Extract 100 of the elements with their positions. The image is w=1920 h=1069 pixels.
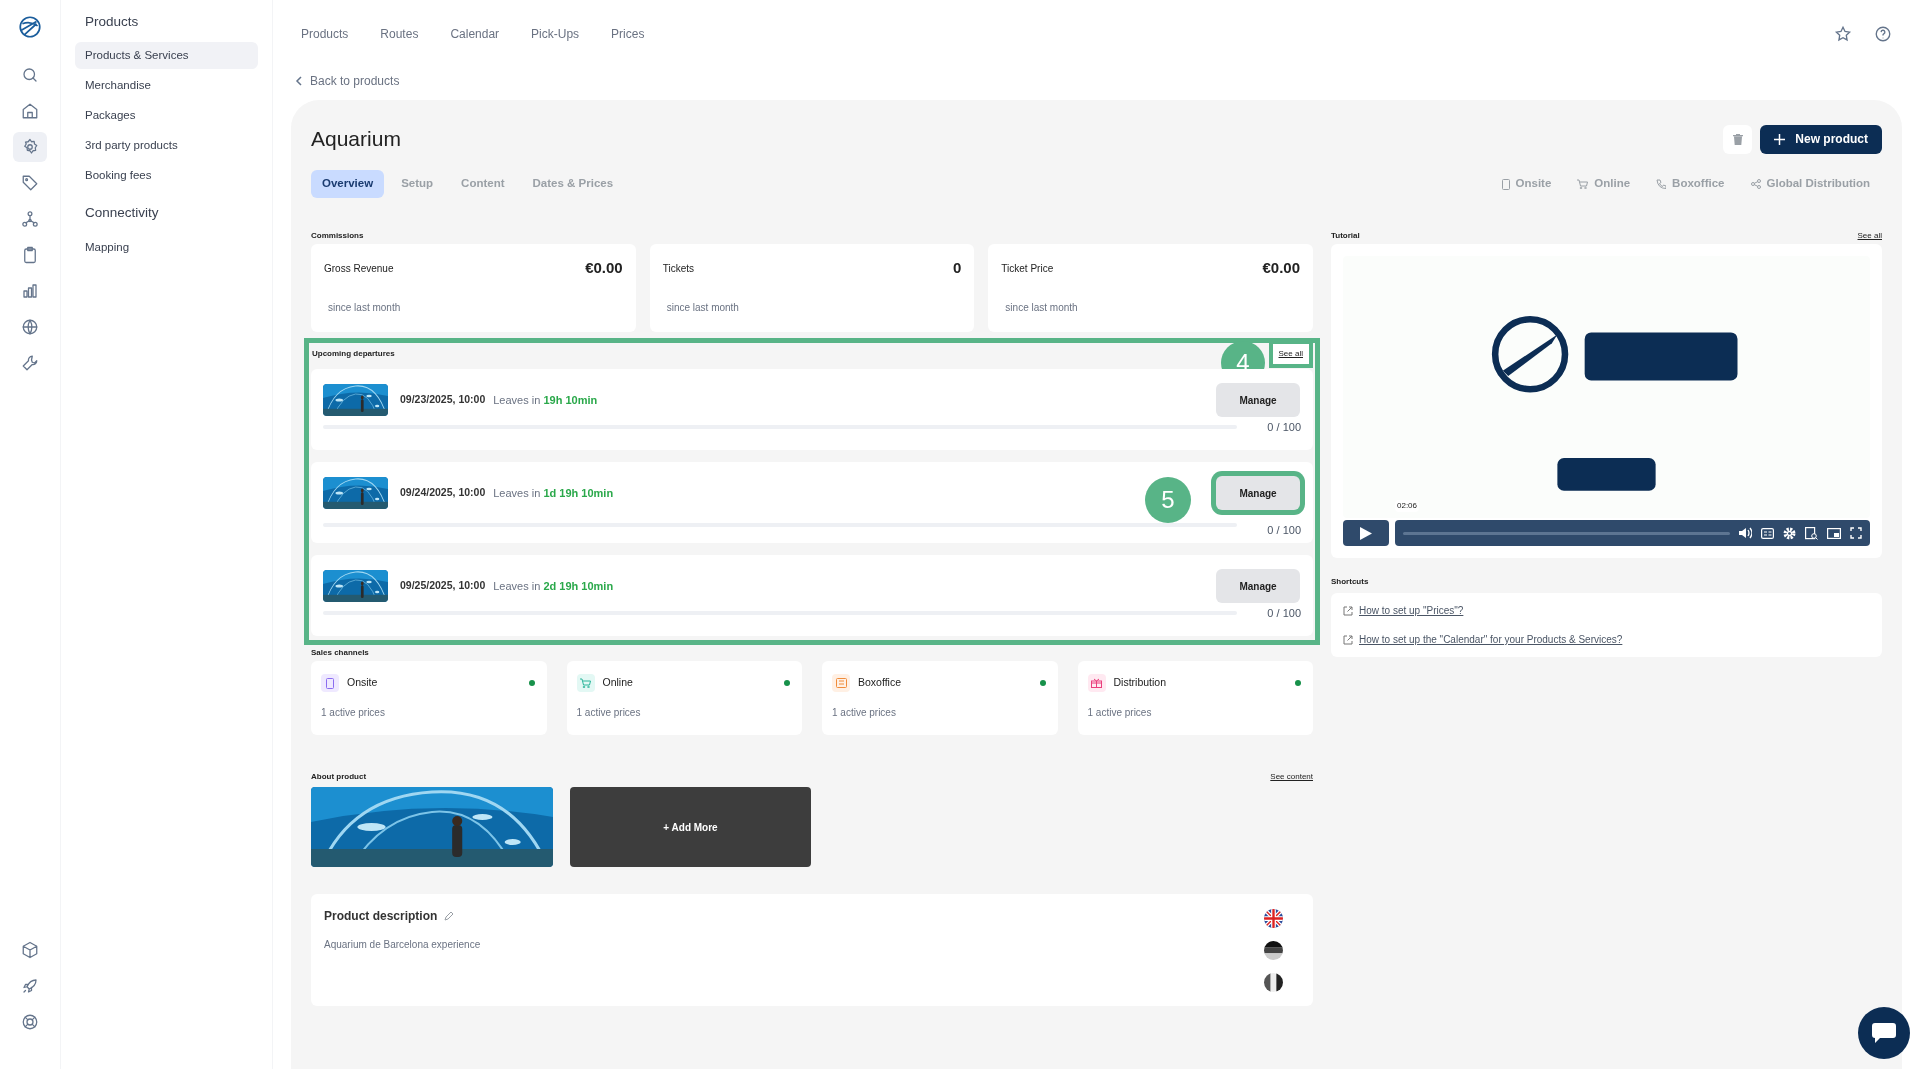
play-icon	[1360, 526, 1372, 540]
flag-icon[interactable]	[1264, 909, 1283, 928]
channel-note: 1 active prices	[576, 706, 642, 720]
nav-link[interactable]: Routes	[380, 25, 419, 43]
section-label: Commissions	[311, 230, 365, 242]
cube-icon	[21, 941, 39, 959]
nav-link[interactable]: Pick-Ups	[531, 25, 580, 43]
new-product-button[interactable]: New product	[1760, 124, 1882, 154]
time-tooltip: 02:06	[1395, 500, 1420, 512]
channel-name: Distribution	[1113, 675, 1167, 691]
callout-badge: 5	[1145, 477, 1191, 523]
channel-note: 1 active prices	[832, 706, 897, 720]
back-link[interactable]: Back to products	[291, 68, 1902, 94]
departure-eta: Leaves in 19h 10min	[493, 392, 598, 408]
capacity-text: 0 / 100	[1267, 606, 1301, 621]
sidebar-item[interactable]: Products & Services	[75, 42, 258, 70]
departure-date: 09/23/2025, 10:00	[400, 392, 486, 408]
product-title: Aquarium	[311, 126, 401, 153]
section-label: Shortcuts	[1331, 576, 1370, 588]
section-label: About product	[311, 771, 367, 783]
chat-icon	[1872, 1023, 1896, 1043]
stat-note: since last month	[1004, 300, 1079, 315]
see-all-link[interactable]: See all	[1857, 230, 1882, 242]
clipboard-icon	[21, 246, 39, 264]
nav-link[interactable]: Calendar	[450, 25, 500, 43]
flag-icon[interactable]	[1264, 973, 1283, 992]
see-all-link[interactable]: See all	[1268, 340, 1313, 368]
add-more-button[interactable]: + Add More	[570, 787, 811, 867]
external-link-icon	[1343, 605, 1353, 616]
gift-icon	[1091, 678, 1102, 688]
help-icon[interactable]	[1874, 25, 1892, 43]
pencil-icon[interactable]	[443, 910, 456, 922]
see-content-link[interactable]: See content	[1270, 771, 1313, 783]
sidebar-item[interactable]: 3rd party products	[75, 132, 258, 160]
share-icon	[1750, 179, 1761, 189]
globe-icon	[21, 318, 39, 336]
stat-value: €0.00	[1262, 258, 1300, 278]
star-icon[interactable]	[1834, 25, 1852, 43]
fullscreen-icon[interactable]	[1850, 527, 1862, 539]
bar-chart-icon	[21, 282, 39, 300]
description-title: Product description	[324, 908, 438, 925]
stat-value: 0	[953, 258, 962, 278]
sidebar-item[interactable]: Mapping	[75, 233, 258, 261]
flag-icon[interactable]	[1264, 941, 1283, 960]
stat-value: €0.00	[585, 258, 623, 278]
stat-label: Gross Revenue	[324, 261, 394, 276]
departure-date: 09/25/2025, 10:00	[400, 578, 486, 594]
rocket-icon	[21, 977, 39, 995]
departure-date: 09/24/2025, 10:00	[400, 485, 486, 501]
lifebuoy-icon	[21, 1013, 39, 1031]
channel-note: 1 active prices	[1087, 706, 1153, 720]
stat-note: since last month	[327, 300, 402, 315]
shortcut-link[interactable]: How to set up the "Calendar" for your Products & Services?	[1359, 632, 1623, 647]
sidebar-item[interactable]: Merchandise	[75, 72, 258, 100]
picture-in-picture-icon[interactable]	[1827, 527, 1841, 539]
departure-eta: Leaves in 2d 19h 10min	[493, 578, 614, 594]
home-icon	[21, 102, 39, 120]
wrench-icon	[21, 354, 39, 372]
channel-name: Onsite	[347, 675, 378, 691]
capacity-text: 0 / 100	[1267, 420, 1301, 435]
channel-name: Boxoffice	[858, 675, 901, 691]
section-label: Tutorial	[1331, 230, 1360, 242]
section-label: Sales channels	[311, 647, 370, 659]
play-button[interactable]	[1343, 520, 1389, 546]
sidebar-item[interactable]: Booking fees	[75, 162, 258, 190]
sidebar-item[interactable]: Packages	[75, 102, 258, 130]
manage-button[interactable]: Manage	[1216, 383, 1300, 417]
phone-icon	[1656, 179, 1667, 189]
ticket-icon	[835, 678, 847, 688]
nav-link[interactable]: Products	[301, 25, 349, 43]
capacity-text: 0 / 100	[1267, 523, 1301, 538]
volume-icon[interactable]	[1739, 527, 1752, 539]
sidebar-heading: Connectivity	[84, 204, 160, 223]
trash-icon	[1732, 133, 1743, 145]
section-label: Upcoming departures	[311, 348, 395, 360]
stat-label: Ticket Price	[1001, 261, 1054, 276]
departure-eta: Leaves in 1d 19h 10min	[493, 485, 614, 501]
phone-icon	[1501, 178, 1510, 190]
logo-icon	[17, 14, 43, 40]
settings-icon	[21, 138, 39, 156]
nav-link[interactable]: Prices	[611, 25, 645, 43]
phone-icon	[326, 677, 334, 689]
delete-button[interactable]	[1723, 124, 1753, 154]
shortcut-link[interactable]: How to set up "Prices"?	[1359, 603, 1464, 618]
cart-icon	[1577, 179, 1589, 189]
stat-note: since last month	[665, 300, 740, 315]
settings-button[interactable]	[13, 132, 47, 162]
search-icon	[21, 66, 39, 84]
description-text: Aquarium de Barcelona experience	[324, 938, 482, 952]
captions-icon[interactable]	[1761, 527, 1774, 539]
plus-icon	[1774, 133, 1786, 145]
tab[interactable]: Overview	[311, 170, 385, 198]
external-link-icon	[1343, 634, 1353, 645]
channel-name: Online	[602, 675, 633, 691]
channel-note: 1 active prices	[321, 706, 386, 720]
network-icon	[21, 210, 39, 228]
manage-button[interactable]: Manage	[1216, 569, 1300, 603]
transcript-icon[interactable]	[1805, 526, 1818, 540]
settings-icon[interactable]	[1783, 526, 1796, 540]
sidebar-heading: Products	[84, 13, 140, 31]
